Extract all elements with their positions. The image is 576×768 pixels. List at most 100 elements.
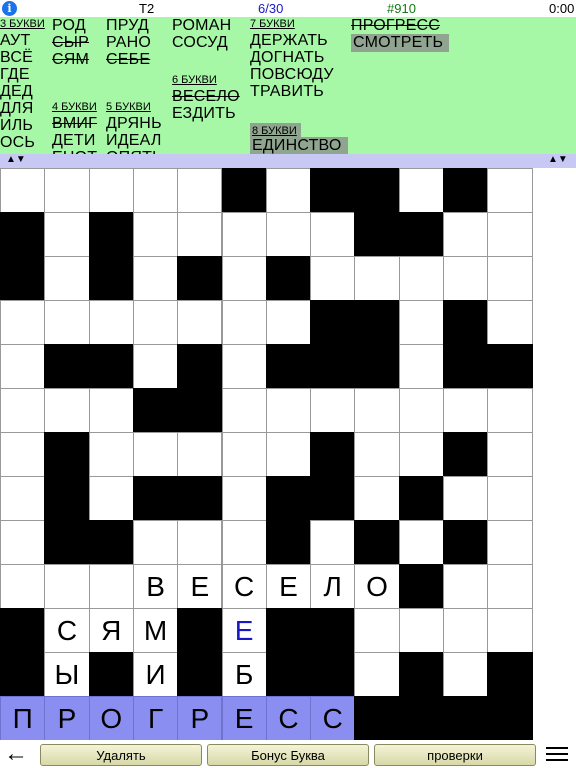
grid-cell[interactable]: Е — [221, 696, 267, 741]
grid-cell[interactable] — [354, 652, 400, 697]
grid-cell[interactable] — [132, 520, 179, 565]
word-list-item[interactable]: ИЛЬ — [0, 117, 33, 135]
grid-cell[interactable] — [354, 608, 400, 653]
grid-cell[interactable] — [221, 388, 267, 433]
grid-cell[interactable]: О — [88, 696, 134, 741]
grid-cell[interactable] — [354, 476, 400, 521]
grid-cell[interactable] — [443, 256, 489, 301]
grid-cell[interactable] — [221, 432, 267, 477]
grid-cell[interactable] — [0, 344, 46, 389]
grid-cell[interactable] — [132, 300, 179, 345]
word-list-item[interactable]: ОСЬ — [0, 134, 35, 152]
grid-cell[interactable]: В — [132, 564, 179, 609]
word-list-item[interactable]: ЕЗДИТЬ — [172, 105, 236, 123]
grid-cell[interactable] — [398, 432, 444, 477]
bonus-letter-button[interactable]: Бонус Буква — [207, 744, 369, 766]
menu-icon[interactable] — [546, 747, 568, 765]
info-icon[interactable]: i — [2, 1, 17, 16]
grid-cell[interactable] — [487, 564, 533, 609]
grid-cell[interactable] — [310, 256, 356, 301]
word-list-item[interactable]: СОСУД — [172, 34, 228, 52]
grid-cell[interactable] — [487, 256, 533, 301]
grid-cell[interactable]: Г — [132, 696, 179, 741]
grid-cell[interactable] — [443, 564, 489, 609]
grid-cell[interactable] — [443, 388, 489, 433]
grid-cell[interactable] — [88, 300, 134, 345]
word-list-item[interactable]: ДЕРЖАТЬ — [250, 32, 328, 50]
grid-cell[interactable]: Ы — [44, 652, 90, 697]
word-list-item[interactable]: ДЕД — [0, 83, 33, 101]
grid-cell[interactable] — [487, 168, 533, 213]
grid-cell[interactable] — [177, 168, 223, 213]
grid-cell[interactable] — [44, 168, 90, 213]
word-list-item[interactable]: РОД — [52, 17, 86, 35]
grid-cell[interactable]: Р — [177, 696, 223, 741]
grid-cell[interactable] — [132, 344, 179, 389]
grid-cell[interactable]: С — [310, 696, 356, 741]
word-list-item[interactable]: СМОТРЕТЬ — [351, 34, 450, 52]
grid-cell[interactable] — [487, 476, 533, 521]
word-list-item[interactable]: ВСЁ — [0, 49, 33, 67]
grid-cell[interactable] — [443, 608, 489, 653]
word-list-item[interactable]: РОМАН — [172, 17, 231, 35]
grid-cell[interactable] — [398, 608, 444, 653]
grid-cell[interactable] — [265, 300, 312, 345]
grid-cell[interactable]: Л — [310, 564, 356, 609]
grid-cell[interactable] — [487, 388, 533, 433]
grid-cell[interactable] — [0, 476, 46, 521]
word-list-item[interactable]: ТРАВИТЬ — [250, 83, 324, 101]
word-list-item[interactable]: ПРОГРЕСС — [351, 17, 440, 35]
word-list-item[interactable]: АУТ — [0, 32, 31, 50]
grid-cell[interactable] — [265, 168, 312, 213]
grid-cell[interactable] — [44, 388, 90, 433]
grid-cell[interactable] — [310, 388, 356, 433]
grid-cell[interactable] — [487, 212, 533, 257]
grid-cell[interactable] — [0, 168, 46, 213]
word-list-item[interactable]: ГДЕ — [0, 66, 30, 84]
grid-cell[interactable]: И — [132, 652, 179, 697]
grid-cell[interactable] — [88, 432, 134, 477]
grid-cell[interactable] — [44, 300, 90, 345]
grid-cell[interactable] — [487, 432, 533, 477]
grid-cell[interactable] — [0, 564, 46, 609]
grid-cell[interactable]: П — [0, 696, 46, 741]
grid-cell[interactable] — [265, 388, 312, 433]
word-list-item[interactable]: ДРЯНЬ — [106, 115, 162, 133]
word-list-item[interactable]: ДЛЯ — [0, 100, 34, 118]
grid-cell[interactable] — [44, 256, 90, 301]
resize-triangles-left-icon[interactable]: ▲▼ — [6, 155, 26, 165]
grid-cell[interactable] — [487, 300, 533, 345]
grid-cell[interactable] — [132, 168, 179, 213]
word-list-item[interactable]: РАНО — [106, 34, 151, 52]
grid-cell[interactable] — [44, 564, 90, 609]
check-button[interactable]: проверки — [374, 744, 536, 766]
word-list-item[interactable]: СЫР — [52, 34, 89, 52]
grid-cell[interactable] — [177, 432, 223, 477]
grid-cell[interactable] — [354, 256, 400, 301]
grid-cell[interactable] — [177, 300, 223, 345]
grid-cell[interactable] — [443, 652, 489, 697]
grid-cell[interactable] — [177, 212, 223, 257]
grid-cell[interactable] — [354, 432, 400, 477]
grid-cell[interactable] — [132, 432, 179, 477]
back-arrow-icon[interactable]: ← — [4, 740, 28, 768]
grid-cell[interactable] — [88, 564, 134, 609]
word-list-item[interactable]: ПРУД — [106, 17, 149, 35]
grid-cell[interactable] — [0, 300, 46, 345]
grid-cell[interactable] — [487, 608, 533, 653]
grid-cell[interactable] — [398, 388, 444, 433]
grid-cell[interactable] — [221, 476, 267, 521]
grid-cell[interactable] — [310, 212, 356, 257]
grid-cell[interactable] — [398, 520, 444, 565]
grid-cell[interactable] — [177, 520, 223, 565]
crossword-grid[interactable]: ВЕСЕЛОСЯМЕЫИБПРОГРЕСС — [0, 168, 576, 741]
word-list-item[interactable]: ВЕСЕЛО — [172, 88, 240, 106]
grid-cell[interactable]: М — [132, 608, 179, 653]
grid-cell[interactable] — [354, 388, 400, 433]
grid-cell[interactable] — [398, 300, 444, 345]
grid-cell[interactable]: С — [221, 564, 267, 609]
grid-cell[interactable] — [44, 212, 90, 257]
grid-cell[interactable] — [310, 520, 356, 565]
grid-cell[interactable] — [221, 300, 267, 345]
grid-cell[interactable] — [221, 212, 267, 257]
